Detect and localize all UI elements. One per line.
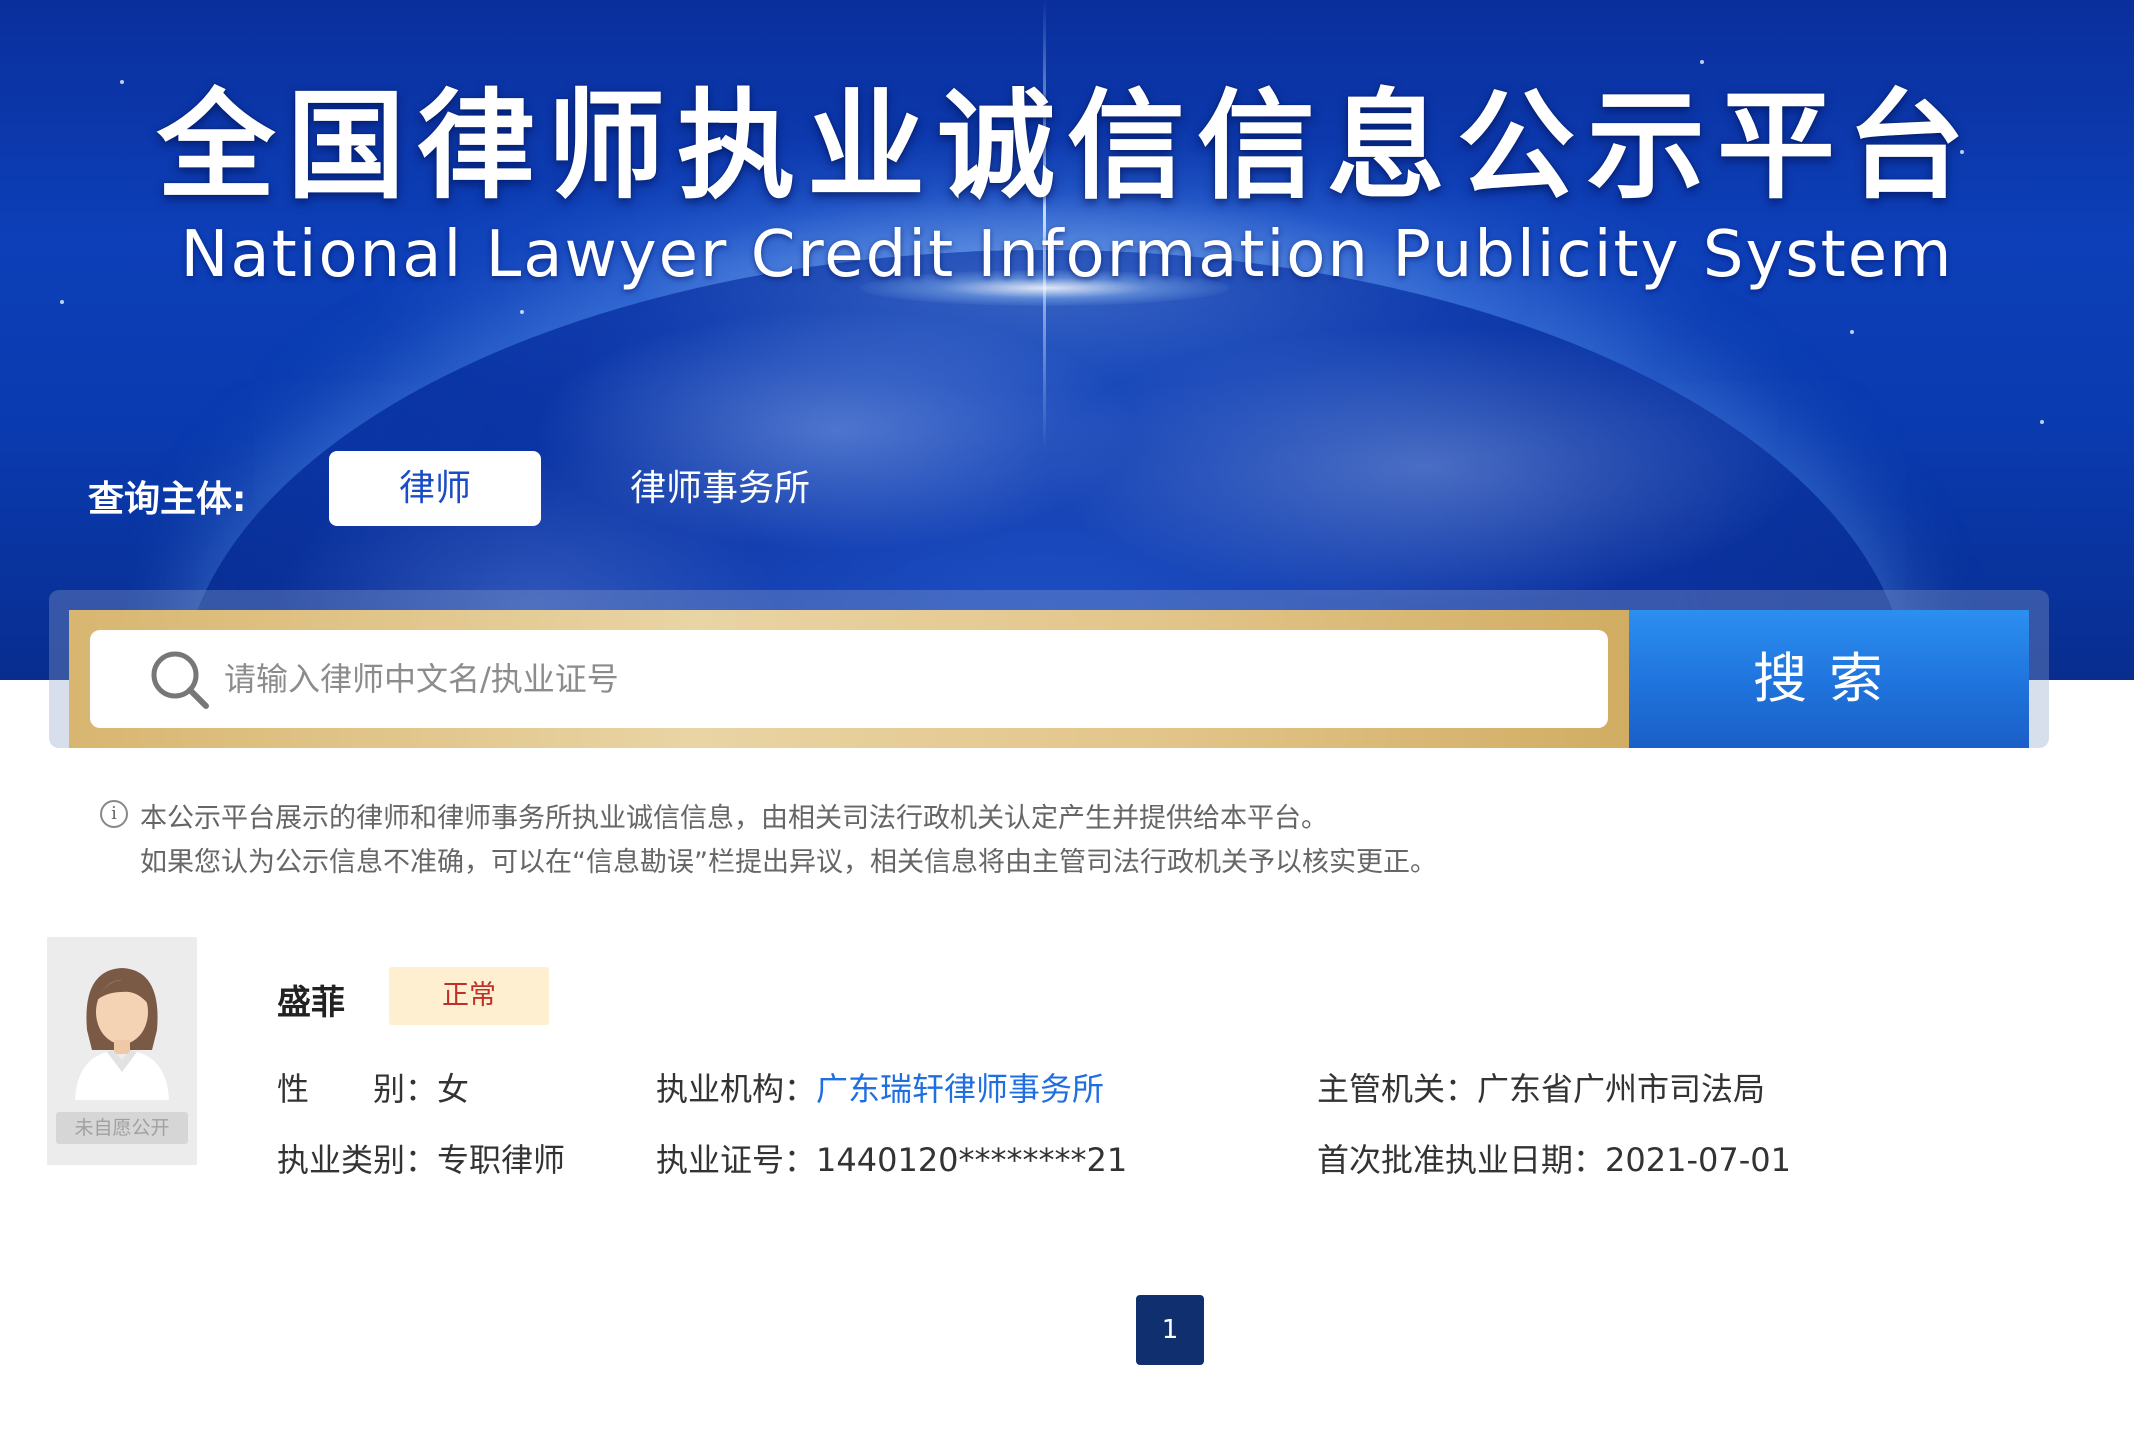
first-date-value: 2021-07-01 — [1605, 1141, 1791, 1179]
page: 全国律师执业诚信信息公示平台 National Lawyer Credit In… — [0, 0, 2134, 1456]
site-title-en: National Lawyer Credit Information Publi… — [180, 218, 1954, 292]
search-button[interactable]: 搜索 — [1629, 610, 2029, 748]
star — [60, 300, 64, 304]
first-date-row: 首次批准执业日期：2021-07-01 — [1317, 1135, 1791, 1181]
star — [1850, 330, 1854, 334]
gender-value: 女 — [437, 1070, 470, 1108]
category-label: 执业类别： — [277, 1141, 438, 1179]
authority-row: 主管机关：广东省广州市司法局 — [1317, 1064, 1765, 1110]
authority-label: 主管机关： — [1317, 1070, 1478, 1108]
lawyer-name: 盛菲 — [277, 983, 345, 1023]
tab-lawyer[interactable]: 律师 — [329, 451, 541, 526]
first-date-label: 首次批准执业日期： — [1317, 1141, 1606, 1179]
notice-text-line1: 本公示平台展示的律师和律师事务所执业诚信信息，由相关司法行政机关认定产生并提供给… — [140, 803, 1328, 834]
info-icon: i — [100, 800, 128, 828]
female-avatar-icon — [75, 968, 169, 1100]
site-title-cn: 全国律师执业诚信信息公示平台 — [156, 77, 1977, 215]
law-firm-link[interactable]: 广东瑞轩律师事务所 — [816, 1070, 1104, 1108]
license-value: 1440120********21 — [816, 1141, 1128, 1179]
query-subject-label: 查询主体: — [88, 479, 247, 520]
category-row: 执业类别：专职律师 — [277, 1135, 565, 1181]
authority-value: 广东省广州市司法局 — [1477, 1070, 1766, 1108]
star — [2040, 420, 2044, 424]
license-row: 执业证号：1440120********21 — [656, 1135, 1127, 1181]
gender-label: 性 别： — [277, 1070, 438, 1108]
search-icon — [151, 651, 209, 709]
notice-text-line2: 如果您认为公示信息不准确，可以在“信息勘误”栏提出异议，相关信息将由主管司法行政… — [140, 847, 1437, 878]
status-badge: 正常 — [389, 967, 549, 1025]
search-input[interactable] — [224, 640, 1594, 718]
tab-law-firm[interactable]: 律师事务所 — [620, 451, 820, 526]
gender-row: 性 别：女 — [277, 1064, 469, 1110]
org-label: 执业机构： — [656, 1070, 817, 1108]
category-value: 专职律师 — [437, 1141, 566, 1179]
avatar-not-public-tag: 未自愿公开 — [56, 1112, 188, 1144]
org-row: 执业机构：广东瑞轩律师事务所 — [656, 1064, 1104, 1110]
star — [520, 310, 524, 314]
header-banner: 全国律师执业诚信信息公示平台 National Lawyer Credit In… — [0, 0, 2134, 680]
license-label: 执业证号： — [656, 1141, 817, 1179]
pagination-page-1[interactable]: 1 — [1136, 1295, 1204, 1365]
